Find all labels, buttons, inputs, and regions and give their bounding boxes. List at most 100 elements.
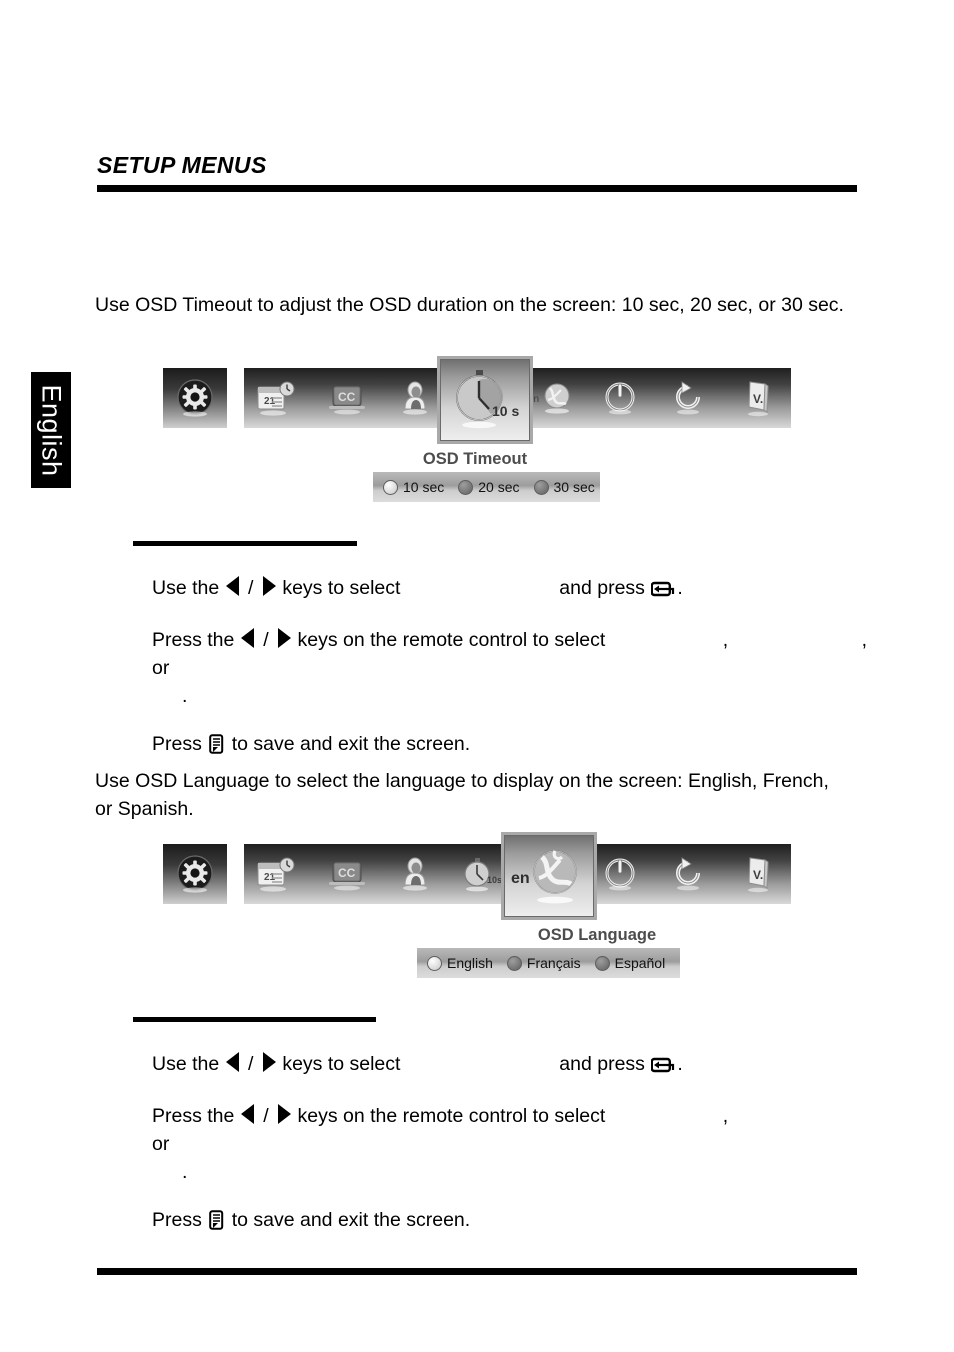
menu-key-icon	[209, 734, 224, 762]
step-text: Press the	[152, 1105, 235, 1127]
calendar-timer-icon: 21	[257, 381, 295, 416]
language-globe-icon: en	[511, 850, 577, 904]
page-title: SETUP MENUS	[97, 152, 267, 178]
version-document-icon: V.	[747, 381, 769, 417]
step-text: to save and exit the screen.	[231, 1209, 471, 1231]
osd-item-version[interactable]: V.	[723, 844, 791, 904]
osd-option-label: 20 sec	[478, 479, 520, 495]
osd-item-parental-control[interactable]	[381, 844, 449, 904]
side-language-tab: English	[31, 372, 71, 488]
osd-selected-label-timeout: OSD Timeout	[422, 450, 528, 468]
menu-key-icon	[209, 1210, 224, 1238]
footer-rule	[97, 1268, 857, 1275]
power-icon	[605, 382, 635, 415]
right-arrow-key-icon	[262, 1052, 276, 1072]
osd-selected-tile-language[interactable]: en	[501, 832, 597, 920]
svg-text:CC: CC	[338, 866, 356, 880]
step-text: and press	[559, 577, 645, 599]
version-document-icon: V.	[747, 857, 769, 893]
radio-icon[interactable]	[458, 479, 474, 495]
osd-item-closed-caption[interactable]: CC	[312, 368, 380, 428]
osd-language-intro: Use OSD Language to select the language …	[95, 770, 829, 820]
osd-item-power[interactable]	[586, 368, 654, 428]
left-arrow-key-icon	[240, 1104, 254, 1124]
osd-option-10sec[interactable]: 10 sec	[383, 479, 444, 495]
parental-control-icon	[402, 381, 427, 415]
radio-icon[interactable]	[427, 955, 442, 971]
reset-icon	[676, 381, 701, 415]
settings-gear-icon	[177, 379, 213, 417]
enter-key-icon	[650, 578, 676, 606]
parental-control-icon	[402, 857, 427, 891]
osd-option-espanol[interactable]: Español	[594, 955, 665, 971]
step-text: ,	[722, 629, 729, 651]
svg-text:10 s: 10 s	[492, 403, 519, 419]
step-item: Press the / keys on the remote control t…	[152, 1102, 872, 1186]
step-text: keys on the remote control to select	[297, 629, 606, 651]
osd-selected-label-language: OSD Language	[537, 926, 657, 944]
osd-timeout-intro: Use OSD Timeout to adjust the OSD durati…	[95, 294, 844, 316]
osd-option-label: English	[447, 955, 493, 971]
right-arrow-key-icon	[278, 1104, 292, 1124]
osd-option-30sec[interactable]: 30 sec	[533, 479, 595, 495]
step-text: .	[677, 577, 683, 599]
settings-gear-icon	[177, 855, 213, 893]
radio-icon[interactable]	[594, 955, 610, 971]
osd-option-label: 10 sec	[403, 479, 445, 495]
timer-10s-icon: 10 s	[456, 370, 519, 429]
osd-item-calendar-timer[interactable]: 21	[244, 844, 312, 904]
radio-icon[interactable]	[533, 479, 549, 495]
osd-item-calendar-timer[interactable]: 21	[244, 368, 312, 428]
step-text: .	[182, 685, 188, 707]
radio-icon[interactable]	[506, 955, 522, 971]
step-separator: /	[263, 629, 269, 651]
osd-timeout-steps: Use the / keys to select and press . Pre…	[152, 574, 872, 782]
step-text: and press	[559, 1053, 645, 1075]
radio-icon[interactable]	[383, 479, 398, 495]
language-globe-icon: en	[528, 383, 570, 414]
osd-item-version[interactable]: V.	[723, 368, 791, 428]
section-rule-1	[133, 541, 357, 546]
calendar-timer-icon: 21	[257, 857, 295, 892]
closed-caption-icon: CC	[328, 385, 365, 415]
svg-text:CC: CC	[338, 390, 356, 404]
enter-key-icon	[650, 1054, 676, 1082]
step-text: Press	[152, 1209, 202, 1231]
step-item: Press to save and exit the screen.	[152, 730, 872, 762]
left-arrow-key-icon	[240, 628, 254, 648]
step-item: Press the / keys on the remote control t…	[152, 626, 872, 710]
closed-caption-icon: CC	[328, 861, 365, 891]
osd-item-reset[interactable]	[654, 368, 722, 428]
osd-item-closed-caption[interactable]: CC	[312, 844, 380, 904]
svg-text:V.: V.	[753, 392, 763, 406]
step-item: Use the / keys to select and press .	[152, 574, 872, 606]
osd-timeout-options[interactable]: 10 sec 20 sec 30 sec	[373, 472, 600, 502]
step-text: keys to select	[282, 1053, 401, 1075]
osd-language-steps: Use the / keys to select and press . Pre…	[152, 1050, 872, 1258]
step-separator: /	[248, 577, 254, 599]
step-text: Press the	[152, 629, 235, 651]
right-arrow-key-icon	[278, 628, 292, 648]
left-arrow-key-icon	[225, 576, 239, 596]
osd-item-reset[interactable]	[654, 844, 722, 904]
power-icon	[605, 858, 635, 891]
settings-gear-tile	[163, 368, 227, 428]
step-separator: /	[263, 1105, 269, 1127]
step-text: to save and exit the screen.	[231, 733, 471, 755]
step-text: Use the	[152, 1053, 220, 1075]
osd-option-label: 30 sec	[553, 479, 595, 495]
step-item: Use the / keys to select and press .	[152, 1050, 872, 1082]
step-text: ,	[722, 1105, 729, 1127]
right-arrow-key-icon	[262, 576, 276, 596]
step-text: .	[677, 1053, 683, 1075]
step-text: Use the	[152, 577, 220, 599]
step-text: keys to select	[282, 577, 401, 599]
header-rule	[97, 185, 857, 192]
osd-option-english[interactable]: English	[427, 955, 493, 971]
osd-option-francais[interactable]: Français	[506, 955, 581, 971]
svg-text:V.: V.	[753, 868, 763, 882]
osd-selected-tile-timeout[interactable]: 10 s	[437, 356, 533, 444]
osd-language-options[interactable]: English Français Español	[417, 948, 680, 978]
section-rule-2	[133, 1017, 376, 1022]
osd-option-20sec[interactable]: 20 sec	[458, 479, 520, 495]
